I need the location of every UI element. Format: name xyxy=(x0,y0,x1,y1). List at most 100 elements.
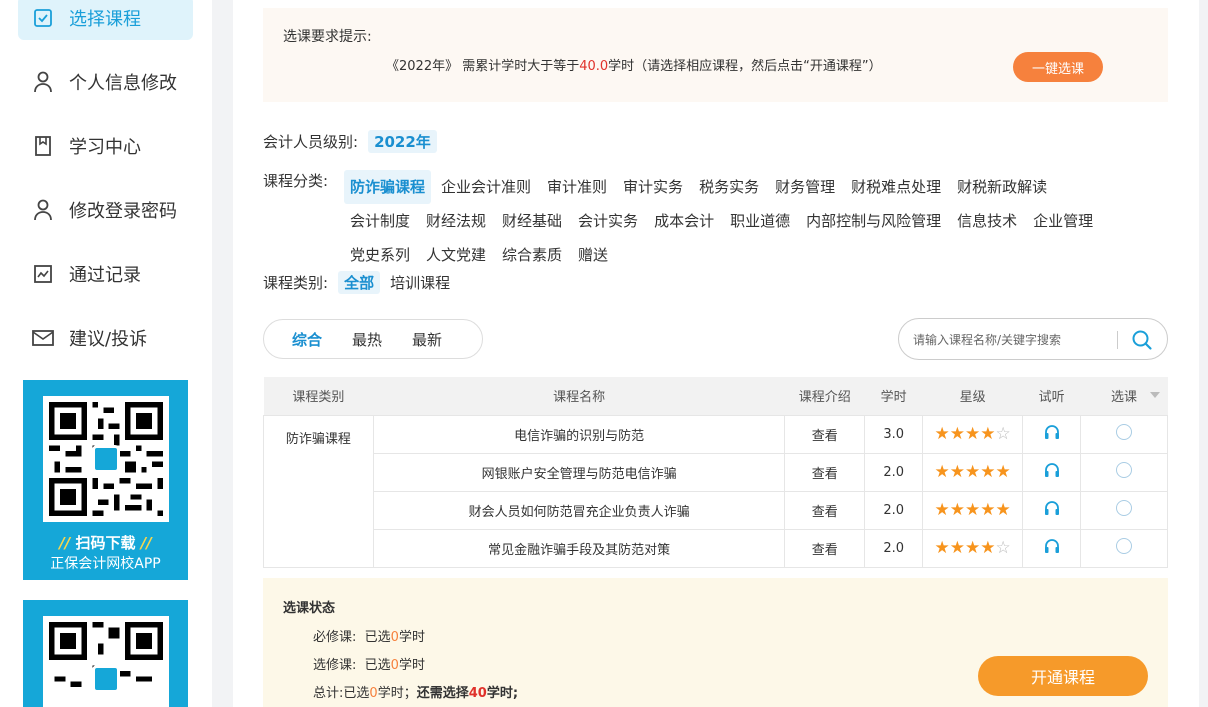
type-filter: 课程类别: 全部 培训课程 xyxy=(263,271,456,294)
col-header-hours: 学时 xyxy=(864,377,923,415)
sidebar-item-change-password[interactable]: 修改登录密码 xyxy=(18,188,193,232)
status-elective: 选修课: 已选0学时 xyxy=(313,658,425,673)
mail-icon xyxy=(32,327,54,349)
col-header-category: 课程类别 xyxy=(263,377,374,415)
level-label: 会计人员级别: xyxy=(263,133,359,151)
select-radio[interactable] xyxy=(1116,424,1133,440)
category-tag[interactable]: 赠送 xyxy=(572,238,614,272)
cell-preview[interactable] xyxy=(1022,414,1082,454)
cell-course-name: 网银账户安全管理与防范电信诈骗 xyxy=(372,452,786,492)
select-radio[interactable] xyxy=(1116,538,1133,554)
category-tag[interactable]: 综合素质 xyxy=(496,238,568,272)
category-tag[interactable]: 会计制度 xyxy=(344,204,416,238)
cell-select xyxy=(1080,490,1168,530)
cell-select xyxy=(1080,528,1168,568)
course-table: 课程类别 课程名称 课程介绍 学时 星级 试听 选课 防诈骗课程 电信诈骗的识别与… xyxy=(263,377,1168,568)
category-tag[interactable]: 财经法规 xyxy=(420,204,492,238)
rating-stars: ★★★★☆ xyxy=(934,424,1011,444)
search-input[interactable] xyxy=(913,329,1113,351)
cell-hours: 2.0 xyxy=(864,490,924,530)
type-tag-training[interactable]: 培训课程 xyxy=(384,271,456,294)
sidebar-item-study-center[interactable]: 学习中心 xyxy=(18,124,193,168)
category-tag[interactable]: 审计实务 xyxy=(617,170,689,204)
quick-select-button[interactable]: 一键选课 xyxy=(1013,52,1103,82)
tip-title: 选课要求提示: xyxy=(283,29,372,45)
category-tag[interactable]: 信息技术 xyxy=(951,204,1023,238)
sidebar-item-select-course[interactable]: 选择课程 xyxy=(18,0,193,40)
category-tag[interactable]: 财务管理 xyxy=(769,170,841,204)
select-radio[interactable] xyxy=(1116,462,1133,478)
app-logo xyxy=(92,665,120,693)
type-label: 课程类别: xyxy=(263,274,329,292)
table-row: 网银账户安全管理与防范电信诈骗 查看 2.0 ★★★★★ xyxy=(264,452,1168,492)
category-tag[interactable]: 企业管理 xyxy=(1027,204,1099,238)
app-download-card: // 扫码下载 // 正保会计网校APP xyxy=(23,380,188,580)
dropdown-arrow-icon[interactable] xyxy=(1149,392,1160,398)
search-icon[interactable] xyxy=(1131,329,1153,351)
rating-stars: ★★★★★ xyxy=(934,500,1011,520)
category-tag[interactable]: 审计准则 xyxy=(541,170,613,204)
main-content: 选课要求提示: 《2022年》 需累计学时大于等于40.0学时（请选择相应课程，… xyxy=(233,0,1199,707)
search-divider xyxy=(1117,331,1118,349)
open-course-button[interactable]: 开通课程 xyxy=(978,656,1148,696)
sidebar-item-feedback[interactable]: 建议/投诉 xyxy=(18,316,193,360)
select-radio[interactable] xyxy=(1116,500,1133,516)
category-tag[interactable]: 税务实务 xyxy=(693,170,765,204)
category-tag[interactable]: 成本会计 xyxy=(648,204,720,238)
view-link[interactable]: 查看 xyxy=(784,414,866,454)
sidebar: 选择课程 个人信息修改 学习中心 修改登录密码 通过记录 建议/投诉 // 扫码… xyxy=(0,0,212,707)
table-row: 财会人员如何防范冒充企业负责人诈骗 查看 2.0 ★★★★★ xyxy=(264,490,1168,530)
search-box xyxy=(898,318,1168,360)
sidebar-item-label: 选择课程 xyxy=(69,9,141,30)
rating-stars: ★★★★★ xyxy=(934,462,1011,482)
headphones-icon[interactable] xyxy=(1044,425,1060,444)
cell-select xyxy=(1080,414,1168,454)
cell-rating: ★★★★★ xyxy=(922,490,1024,530)
headphones-icon[interactable] xyxy=(1044,463,1060,482)
sort-tab-hot[interactable]: 最热 xyxy=(352,329,382,350)
required-hours: 40.0 xyxy=(579,59,609,74)
category-tag[interactable]: 财经基础 xyxy=(496,204,568,238)
view-link[interactable]: 查看 xyxy=(784,452,866,492)
sort-tab-overall[interactable]: 综合 xyxy=(292,329,322,350)
status-total: 总计:已选0学时；还需选择40学时; xyxy=(313,686,519,701)
cell-hours: 2.0 xyxy=(864,452,924,492)
category-tag[interactable]: 内部控制与风险管理 xyxy=(800,204,947,238)
cell-select xyxy=(1080,452,1168,492)
cell-rating: ★★★★★ xyxy=(922,452,1024,492)
headphones-icon[interactable] xyxy=(1044,539,1060,558)
category-tag[interactable]: 企业会计准则 xyxy=(435,170,537,204)
qr-code xyxy=(43,616,169,707)
sidebar-item-label: 修改登录密码 xyxy=(69,201,177,222)
view-link[interactable]: 查看 xyxy=(784,490,866,530)
cell-preview[interactable] xyxy=(1022,528,1082,568)
sidebar-item-profile[interactable]: 个人信息修改 xyxy=(18,60,193,104)
sort-tab-new[interactable]: 最新 xyxy=(412,329,442,350)
cell-preview[interactable] xyxy=(1022,452,1082,492)
level-tag[interactable]: 2022年 xyxy=(368,130,437,153)
category-tag[interactable]: 人文党建 xyxy=(420,238,492,272)
category-tag[interactable]: 会计实务 xyxy=(572,204,644,238)
app-card-subtitle: 正保会计网校APP xyxy=(50,556,161,572)
table-row: 常见金融诈骗手段及其防范对策 查看 2.0 ★★★★☆ xyxy=(264,528,1168,568)
cell-hours: 2.0 xyxy=(864,528,924,568)
headphones-icon[interactable] xyxy=(1044,501,1060,520)
sidebar-item-records[interactable]: 通过记录 xyxy=(18,252,193,296)
col-header-select[interactable]: 选课 xyxy=(1080,377,1168,415)
category-tag[interactable]: 党史系列 xyxy=(344,238,416,272)
category-tag[interactable]: 职业道德 xyxy=(724,204,796,238)
checkbox-icon xyxy=(32,7,54,29)
col-header-rating: 星级 xyxy=(922,377,1023,415)
view-link[interactable]: 查看 xyxy=(784,528,866,568)
col-header-name: 课程名称 xyxy=(373,377,785,415)
user-icon xyxy=(32,199,54,221)
requirement-tip: 选课要求提示: 《2022年》 需累计学时大于等于40.0学时（请选择相应课程，… xyxy=(263,8,1168,102)
category-tag[interactable]: 防诈骗课程 xyxy=(344,170,432,204)
category-tag[interactable]: 财税新政解读 xyxy=(951,170,1053,204)
cell-preview[interactable] xyxy=(1022,490,1082,530)
cell-course-name: 财会人员如何防范冒充企业负责人诈骗 xyxy=(372,490,786,530)
category-tag[interactable]: 财税难点处理 xyxy=(845,170,947,204)
table-row: 防诈骗课程 电信诈骗的识别与防范 查看 3.0 ★★★★☆ xyxy=(263,414,1168,568)
type-tag-all[interactable]: 全部 xyxy=(338,271,381,294)
cell-category: 防诈骗课程 xyxy=(263,414,374,568)
